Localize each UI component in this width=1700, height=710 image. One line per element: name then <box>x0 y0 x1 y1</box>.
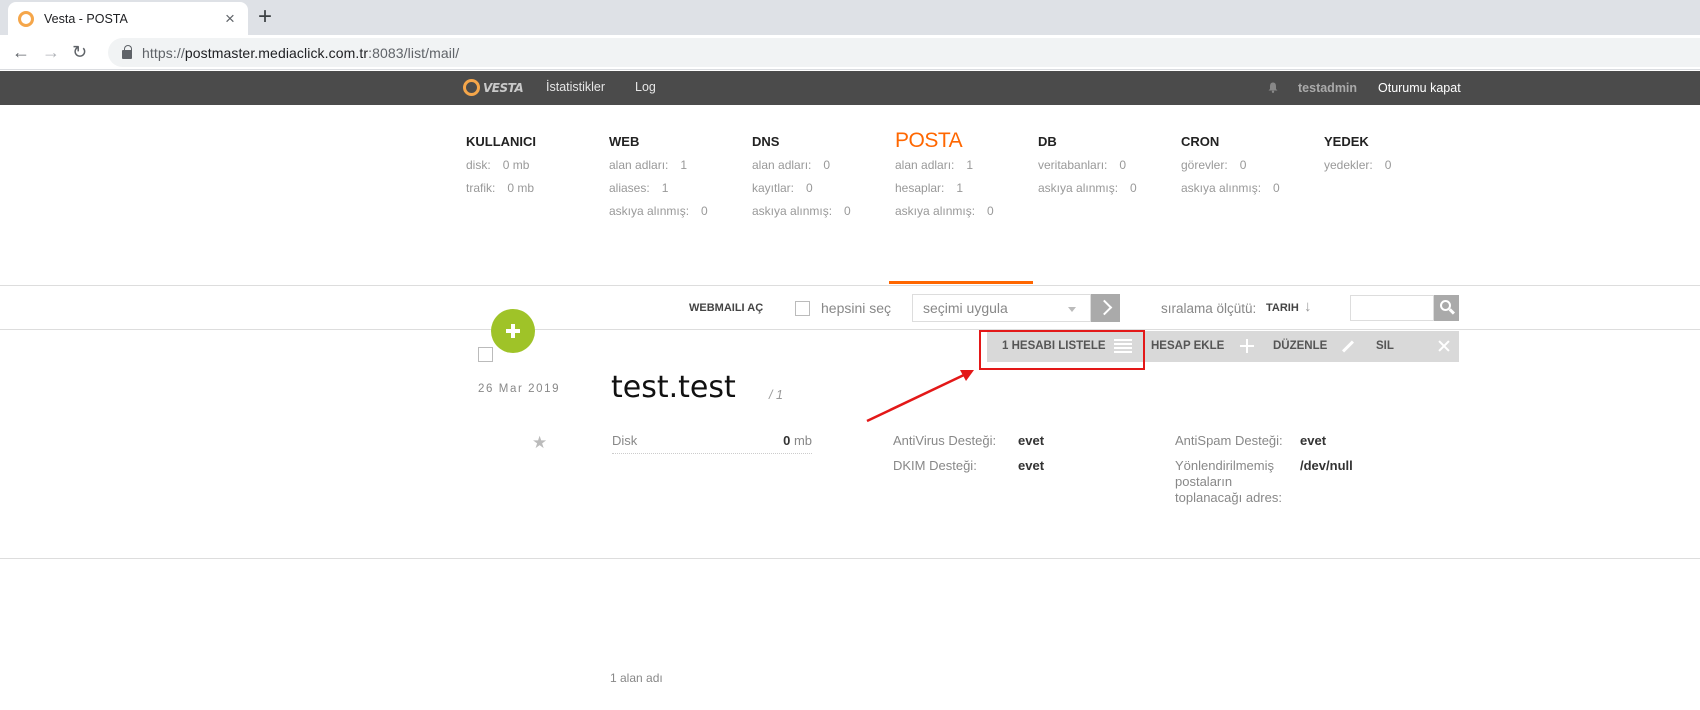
stat-row: alan adları: 0 <box>752 158 831 172</box>
stat-row: veritabanları: 0 <box>1038 158 1127 172</box>
divider <box>0 329 1700 330</box>
edit-button[interactable]: DÜZENLE <box>1273 331 1327 362</box>
divider <box>0 285 1700 286</box>
open-webmail-link[interactable]: WEBMAILI AÇ <box>689 302 763 314</box>
stat-row: kayıtlar: 0 <box>752 181 813 195</box>
star-icon[interactable]: ★ <box>532 433 547 453</box>
nav-log[interactable]: Log <box>635 80 656 94</box>
domain-name[interactable]: test.test <box>611 370 736 405</box>
search-input[interactable] <box>1350 295 1434 321</box>
stat-title: KULLANICI <box>466 134 537 149</box>
stat-title: DB <box>1038 134 1057 149</box>
stat-title-active: POSTA <box>895 129 963 152</box>
bell-icon[interactable] <box>1268 82 1278 93</box>
stat-row: askıya alınmış: 0 <box>895 204 994 218</box>
divider <box>0 558 1700 559</box>
stat-row: alan adları: 1 <box>895 158 974 172</box>
browser-tab[interactable]: Vesta - POSTA × <box>8 2 248 35</box>
disk-value: 0 mb <box>783 433 812 448</box>
vesta-logo-text: VESTA <box>483 80 524 95</box>
select-all-checkbox[interactable] <box>795 301 810 316</box>
search-icon-handle <box>1448 308 1456 315</box>
delete-button[interactable]: SIL <box>1376 331 1394 362</box>
stat-row: aliases: 1 <box>609 181 669 195</box>
stat-row: yedekler: 0 <box>1324 158 1392 172</box>
browser-tab-bar: Vesta - POSTA × + <box>0 0 1700 35</box>
antispam-value: evet <box>1300 433 1327 448</box>
stat-title: YEDEK <box>1324 134 1369 149</box>
delete-x-icon[interactable] <box>1437 339 1451 353</box>
close-tab-icon[interactable]: × <box>222 9 238 29</box>
back-arrow-icon[interactable]: ← <box>12 41 30 63</box>
annotation-highlight-box <box>979 330 1145 370</box>
plus-icon[interactable] <box>1240 339 1254 353</box>
antivirus-label: AntiVirus Desteği: <box>893 433 997 448</box>
logout-link[interactable]: Oturumu kapat <box>1378 81 1461 95</box>
stat-posta[interactable]: POSTA alan adları: 1 hesaplar: 1 askıya al… <box>895 129 1035 223</box>
dkim-value: evet <box>1018 458 1045 473</box>
vesta-logo-ring-icon <box>463 79 480 96</box>
stat-row: askıya alınmış: 0 <box>609 204 708 218</box>
row-checkbox[interactable] <box>478 347 493 362</box>
disk-label: Disk <box>612 433 638 448</box>
record-date: 26 Mar 2019 <box>478 383 561 395</box>
stat-row: alan adları: 1 <box>609 158 688 172</box>
sort-by-date-link[interactable]: TARIH <box>1266 302 1299 314</box>
sort-arrow-icon[interactable]: ↓ <box>1304 298 1312 315</box>
catchall-label: Yönlendirilmemiş postaların toplanacağı … <box>1175 458 1282 505</box>
antivirus-value: evet <box>1018 433 1045 448</box>
stat-dns[interactable]: DNS alan adları: 0 kayıtlar: 0 askıya alın… <box>752 134 892 223</box>
select-all-label[interactable]: hepsini seç <box>821 300 891 316</box>
disk-usage: Disk 0 mb <box>612 433 812 454</box>
stat-row: hesaplar: 1 <box>895 181 964 195</box>
bulk-action-value: seçimi uygula <box>923 300 1008 316</box>
nav-statistics[interactable]: İstatistikler <box>546 80 605 94</box>
browser-toolbar: ← → ↻ https://postmaster.mediaclick.com.… <box>0 35 1700 70</box>
chevron-down-icon <box>1068 307 1076 312</box>
address-bar[interactable]: https://postmaster.mediaclick.com.tr:808… <box>108 38 1700 67</box>
search-button[interactable] <box>1434 295 1459 321</box>
stat-row: askıya alınmış: 0 <box>752 204 851 218</box>
vesta-favicon-icon <box>18 10 34 27</box>
add-account-button[interactable]: HESAP EKLE <box>1151 331 1224 362</box>
annotation-arrow-icon <box>866 370 974 423</box>
vesta-logo[interactable]: VESTA <box>463 79 524 96</box>
stat-title: WEB <box>609 134 640 149</box>
stat-row: trafik: 0 mb <box>466 181 535 195</box>
stat-title: DNS <box>752 134 780 149</box>
new-tab-icon[interactable]: + <box>258 4 272 30</box>
tab-title: Vesta - POSTA <box>44 11 128 26</box>
sort-label: sıralama ölçütü: <box>1161 301 1257 316</box>
forward-arrow-icon[interactable]: → <box>42 41 60 63</box>
stat-web[interactable]: WEB alan adları: 1 aliases: 1 askıya alınm… <box>609 134 749 223</box>
domain-count-footer: 1 alan adı <box>610 671 663 685</box>
antispam-label: AntiSpam Desteği: <box>1175 433 1283 448</box>
stat-yedek[interactable]: YEDEK yedekler: 0 <box>1324 134 1464 177</box>
pencil-icon[interactable] <box>1341 340 1355 353</box>
dkim-label: DKIM Desteği: <box>893 458 977 473</box>
stat-kullanici[interactable]: KULLANICI disk: 0 mb trafik: 0 mb <box>466 134 606 200</box>
reload-icon[interactable]: ↻ <box>72 41 87 63</box>
username-link[interactable]: testadmin <box>1298 81 1357 95</box>
stat-row: askıya alınmış: 0 <box>1038 181 1137 195</box>
stat-db[interactable]: DB veritabanları: 0 askıya alınmış: 0 <box>1038 134 1178 200</box>
account-count: / 1 <box>769 388 783 402</box>
add-domain-button[interactable] <box>491 309 535 353</box>
lock-icon <box>122 45 132 59</box>
catchall-value: /dev/null <box>1300 458 1353 473</box>
apply-bulk-action-button[interactable] <box>1091 294 1120 322</box>
stat-row: disk: 0 mb <box>466 158 530 172</box>
stat-cron[interactable]: CRON görevler: 0 askıya alınmış: 0 <box>1181 134 1321 200</box>
url-text: https://postmaster.mediaclick.com.tr:808… <box>142 44 460 61</box>
stat-row: görevler: 0 <box>1181 158 1247 172</box>
bulk-action-select[interactable]: seçimi uygula <box>912 294 1091 322</box>
stat-title: CRON <box>1181 134 1220 149</box>
active-section-underline <box>889 281 1033 284</box>
stat-row: askıya alınmış: 0 <box>1181 181 1280 195</box>
vesta-top-bar: VESTA İstatistikler Log testadmin Oturum… <box>0 71 1700 105</box>
